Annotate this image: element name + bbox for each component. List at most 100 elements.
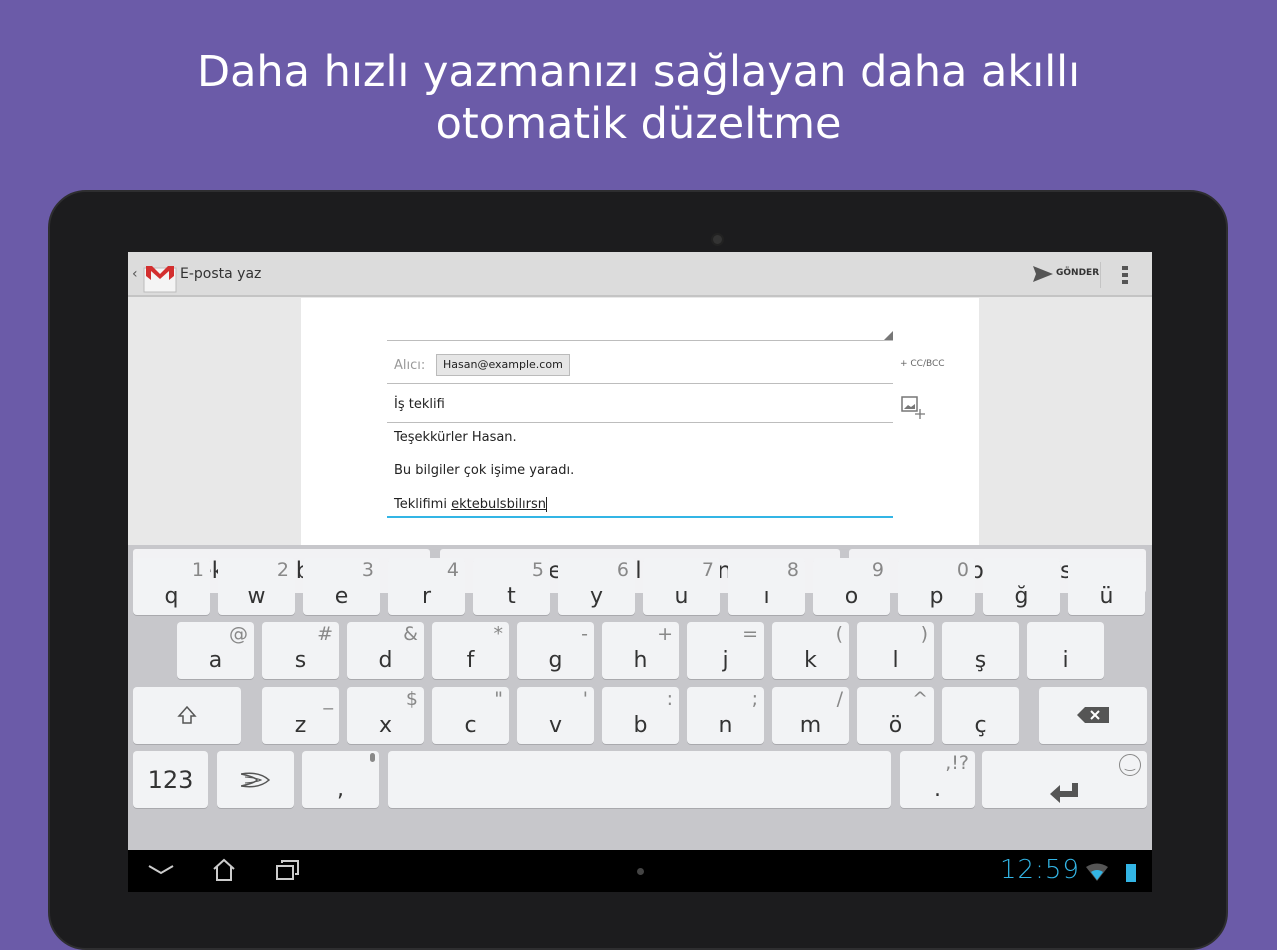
key-secondary-label: ^ — [912, 688, 928, 710]
back-down-icon[interactable] — [148, 864, 174, 876]
period-key[interactable]: ,!? . — [900, 751, 975, 808]
key-r[interactable]: 4r — [388, 558, 465, 615]
key-n[interactable]: ; n — [687, 687, 764, 744]
key-secondary-label: 7 — [701, 559, 714, 581]
gmail-icon — [143, 266, 177, 293]
key-q[interactable]: 1q — [133, 558, 210, 615]
subject-line — [387, 422, 893, 423]
clock: 12:59 — [1000, 855, 1080, 885]
compose-form: Alıcı: Hasan@example.com + CC/BCC İş tek… — [301, 298, 979, 546]
key-s[interactable]: # s — [262, 622, 339, 679]
key-o[interactable]: 9o — [813, 558, 890, 615]
key-label: f — [466, 648, 475, 673]
key-ü[interactable]: ü — [1068, 558, 1145, 615]
body-line-1: Teşekkürler Hasan. — [394, 430, 517, 445]
space-key[interactable] — [388, 751, 891, 808]
title: E-posta yaz — [180, 266, 262, 282]
enter-icon — [1050, 783, 1078, 803]
key-z[interactable]: _ z — [262, 687, 339, 744]
send-button[interactable]: GÖNDER — [1033, 262, 1099, 288]
key-secondary-label: $ — [405, 688, 418, 710]
key-a[interactable]: @ a — [177, 622, 254, 679]
body-input[interactable]: Teklifimi ektebulsbilırsn — [387, 494, 893, 518]
recent-apps-icon[interactable] — [276, 859, 300, 881]
key-label: k — [804, 648, 817, 673]
key-v[interactable]: ' v — [517, 687, 594, 744]
key-secondary-label: & — [403, 623, 418, 645]
send-label: GÖNDER — [1056, 268, 1100, 278]
key-w[interactable]: 2w — [218, 558, 295, 615]
key-label: b — [633, 713, 648, 738]
key-label: m — [799, 713, 822, 738]
key-label: a — [208, 648, 223, 673]
key-label: d — [378, 648, 393, 673]
system-nav-bar: 12:59 — [128, 850, 1152, 892]
shift-key[interactable] — [133, 687, 241, 744]
backspace-key[interactable] — [1039, 687, 1147, 744]
key-e[interactable]: 3e — [303, 558, 380, 615]
key-secondary-label: ; — [751, 688, 758, 710]
key-ö[interactable]: ^ ö — [857, 687, 934, 744]
attach-image-icon[interactable] — [901, 396, 927, 420]
recipient-chip[interactable]: Hasan@example.com — [436, 354, 570, 376]
key-f[interactable]: * f — [432, 622, 509, 679]
emoji-icon: ‿ — [1119, 754, 1141, 776]
key-ç[interactable]: ç — [942, 687, 1019, 744]
key-label: w — [247, 584, 266, 609]
key-k[interactable]: (k — [772, 622, 849, 679]
key-label: z — [294, 713, 307, 738]
back-chevron-icon: ‹ — [132, 266, 138, 282]
key-label: ğ — [1014, 584, 1029, 609]
comma-key[interactable]: , — [302, 751, 379, 808]
key-label: ü — [1099, 584, 1114, 609]
key-p[interactable]: 0p — [898, 558, 975, 615]
divider — [1100, 262, 1101, 288]
key-ğ[interactable]: ğ — [983, 558, 1060, 615]
key-i[interactable]: i — [1027, 622, 1104, 679]
key-ı[interactable]: 8ı — [728, 558, 805, 615]
key-label: v — [548, 713, 563, 738]
key-label: j — [722, 648, 729, 673]
key-y[interactable]: 6y — [558, 558, 635, 615]
key-label: h — [633, 648, 648, 673]
cc-bcc-button[interactable]: + CC/BCC — [900, 359, 945, 369]
key-label: ı — [763, 584, 770, 609]
key-x[interactable]: $ x — [347, 687, 424, 744]
numbers-key[interactable]: 123 — [133, 751, 208, 808]
key-d[interactable]: & d — [347, 622, 424, 679]
back-button[interactable]: ‹ — [130, 260, 180, 293]
key-secondary-label: : — [666, 688, 673, 710]
action-bar: ‹ E-posta yaz GÖNDER — [128, 252, 1152, 297]
key-g[interactable]: -g — [517, 622, 594, 679]
key-secondary-label: 9 — [871, 559, 884, 581]
key-secondary-label: - — [581, 623, 588, 645]
key-secondary-label: 6 — [616, 559, 629, 581]
key-u[interactable]: 7u — [643, 558, 720, 615]
key-secondary-label: ) — [920, 623, 928, 645]
key-ş[interactable]: ş — [942, 622, 1019, 679]
shift-icon — [177, 705, 197, 724]
key-label: q — [164, 584, 179, 609]
key-c[interactable]: " c — [432, 687, 509, 744]
key-secondary-label: " — [494, 688, 503, 710]
composing-word: ektebulsbilırsn — [451, 497, 548, 512]
backspace-icon — [1077, 707, 1109, 723]
key-h[interactable]: + h — [602, 622, 679, 679]
from-dropdown-icon[interactable] — [884, 331, 893, 340]
overflow-menu-icon[interactable] — [1122, 266, 1128, 284]
key-m[interactable]: / m — [772, 687, 849, 744]
headline: Daha hızlı yazmanızı sağlayan daha akıll… — [0, 46, 1277, 150]
period-label: . — [934, 777, 941, 802]
key-secondary-label: # — [317, 623, 333, 645]
key-t[interactable]: 5t — [473, 558, 550, 615]
key-l[interactable]: ) l — [857, 622, 934, 679]
home-icon[interactable] — [212, 858, 236, 882]
swiftkey-key[interactable] — [217, 751, 294, 808]
key-b[interactable]: :b — [602, 687, 679, 744]
key-j[interactable]: = j — [687, 622, 764, 679]
enter-key[interactable]: ‿ — [982, 751, 1147, 808]
typed-text: Teklifimi — [394, 497, 452, 512]
key-label: y — [589, 584, 604, 609]
subject-field[interactable]: İş teklifi — [394, 397, 445, 412]
key-label: g — [548, 648, 563, 673]
